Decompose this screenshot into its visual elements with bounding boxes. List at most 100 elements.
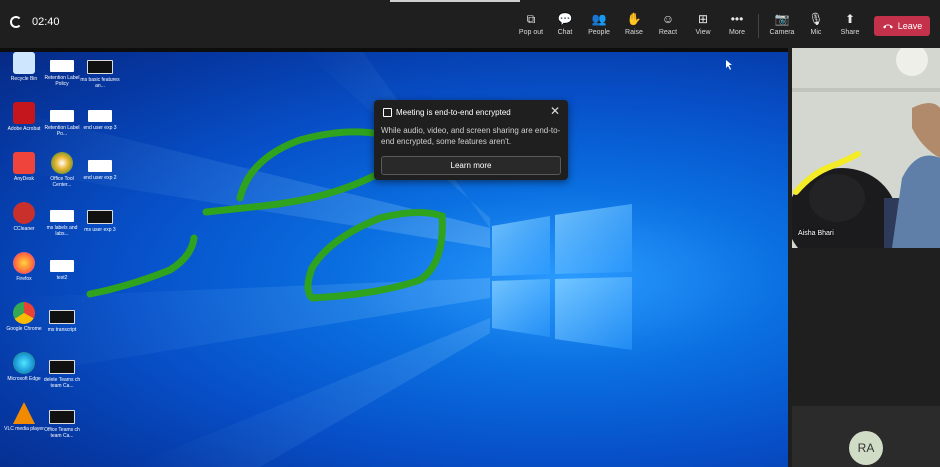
desktop-icon-label: VLC media player: [4, 426, 44, 432]
office-tool-icon: [51, 152, 73, 174]
desktop-icon-label: ms transcript: [47, 327, 77, 333]
participant-video-tile[interactable]: Aisha Bhari: [792, 48, 940, 248]
more-dots-icon: •••: [730, 12, 744, 26]
document-thumbnail-icon: [88, 110, 112, 122]
desktop-icon-office-tool[interactable]: Office Tool Center...: [42, 152, 82, 188]
desktop-icon-label: Recycle Bin: [10, 76, 38, 82]
desktop-icon-label: Office Teams ch team Ca...: [44, 427, 80, 439]
desktop-icon-label: test2: [56, 275, 68, 281]
desktop-icon-office-teams[interactable]: Office Teams ch team Ca...: [42, 406, 82, 439]
window-title-fragment: [390, 0, 520, 2]
meeting-toolbar: 02:40 ⧉ Pop out 💬 Chat 👥 People ✋ Raise …: [0, 0, 940, 48]
video-thumbnail-icon: [87, 60, 113, 74]
edge-icon: [13, 352, 35, 374]
learn-more-button[interactable]: Learn more: [381, 156, 561, 175]
encryption-notification: Meeting is end-to-end encrypted ✕ While …: [374, 100, 568, 180]
adobe-acrobat-icon: [13, 102, 35, 124]
participant-video-feed: [792, 48, 940, 248]
desktop-icon-label: end user exp 2: [83, 175, 117, 181]
document-thumbnail-icon: [50, 260, 74, 272]
chrome-icon: [13, 302, 35, 324]
windows-logo-pane-tr: [555, 204, 632, 274]
desktop-icon-end-user-exp-3[interactable]: end user exp 3: [80, 106, 120, 131]
desktop-icon-label: AnyDesk: [13, 176, 34, 182]
desktop-icon-retention-label-policy[interactable]: Retention Label Policy: [42, 56, 82, 87]
close-icon[interactable]: ✕: [550, 104, 560, 118]
desktop-icon-delete-teams[interactable]: delete Teams ch team Ca...: [42, 356, 82, 389]
desktop-icon-label: end user exp 3: [83, 125, 117, 131]
desktop-icon-adobe-acrobat[interactable]: Adobe Acrobat: [4, 102, 44, 132]
phone-hangup-icon: [882, 24, 893, 29]
participant-avatar[interactable]: RA: [849, 431, 883, 465]
green-ink-stroke-2: [86, 234, 198, 298]
people-icon: 👥: [591, 12, 607, 26]
share-icon: ⬆: [844, 12, 856, 26]
ccleaner-icon: [13, 202, 35, 224]
share-button[interactable]: ⬆ Share: [830, 12, 870, 36]
windows-logo-pane-br: [555, 277, 632, 350]
notification-title: Meeting is end-to-end encrypted: [396, 108, 511, 117]
mouse-cursor-icon: [726, 60, 732, 70]
video-thumbnail-icon: [87, 210, 113, 224]
share-label: Share: [840, 29, 860, 36]
desktop-icon-ms-user-exp-3[interactable]: ms user exp 3: [80, 206, 120, 233]
desktop-icon-test2[interactable]: test2: [42, 256, 82, 281]
document-thumbnail-icon: [50, 110, 74, 122]
desktop-icon-firefox[interactable]: Firefox: [4, 252, 44, 282]
desktop-icon-retention-label-po[interactable]: Retention Label Po...: [42, 106, 82, 137]
screen-top-edge: [0, 48, 788, 52]
anydesk-icon: [13, 152, 35, 174]
desktop-icon-label: ms basic features an...: [80, 77, 120, 89]
sync-icon: [10, 16, 22, 28]
participant-gallery: RA: [792, 248, 940, 467]
desktop-icon-label: CCleaner: [13, 226, 35, 232]
meeting-timer: 02:40: [32, 16, 60, 28]
desktop-icon-end-user-exp-2[interactable]: end user exp 2: [80, 156, 120, 181]
video-thumbnail-icon: [49, 360, 75, 374]
participant-name: Aisha Bhari: [798, 230, 834, 237]
windows-logo-pane-tl: [492, 216, 550, 276]
document-thumbnail-icon: [50, 210, 74, 222]
desktop-icon-ccleaner[interactable]: CCleaner: [4, 202, 44, 232]
react-label: React: [658, 29, 678, 36]
windows-logo-pane-bl: [492, 279, 550, 337]
desktop-icon-ms-labels[interactable]: ms labels and labs...: [42, 206, 82, 237]
toolbar-divider: [758, 14, 759, 38]
desktop-icon-google-chrome[interactable]: Google Chrome: [4, 302, 44, 332]
leave-button[interactable]: Leave: [874, 16, 930, 36]
lock-icon: [383, 108, 392, 117]
desktop-icon-label: ms user exp 3: [84, 227, 116, 233]
leave-label: Leave: [897, 21, 923, 31]
react-button[interactable]: ☺ React: [648, 12, 688, 36]
desktop-icon-ms-transcript[interactable]: ms transcript: [42, 306, 82, 333]
desktop-icon-label: Retention Label Po...: [44, 125, 80, 137]
desktop-icon-label: Office Tool Center...: [50, 176, 74, 188]
vlc-cone-icon: [13, 402, 35, 424]
smiley-icon: ☺: [661, 12, 675, 26]
notification-body: While audio, video, and screen sharing a…: [381, 126, 561, 146]
video-thumbnail-icon: [49, 410, 75, 424]
meeting-info: 02:40: [10, 16, 60, 28]
desktop-icon-label: Firefox: [16, 276, 32, 282]
desktop-icon-anydesk[interactable]: AnyDesk: [4, 152, 44, 182]
desktop-icon-label: Microsoft Edge: [7, 376, 41, 382]
firefox-icon: [13, 252, 35, 274]
desktop-icon-label: ms labels and labs...: [46, 225, 78, 237]
desktop-icon-vlc[interactable]: VLC media player: [4, 402, 44, 432]
desktop-icon-label: Retention Label Policy: [44, 75, 80, 87]
desktop-icon-ms-basic-features[interactable]: ms basic features an...: [80, 56, 120, 89]
desktop-icon-microsoft-edge[interactable]: Microsoft Edge: [4, 352, 44, 382]
document-thumbnail-icon: [50, 60, 74, 72]
people-button[interactable]: 👥 People: [579, 12, 619, 36]
more-label: More: [729, 29, 745, 36]
document-thumbnail-icon: [88, 160, 112, 172]
recycle-bin-icon: [13, 52, 35, 74]
desktop-icon-label: Adobe Acrobat: [7, 126, 41, 132]
desktop-icon-recycle-bin[interactable]: Recycle Bin: [4, 52, 44, 82]
desktop-icon-label: Google Chrome: [6, 326, 42, 332]
people-label: People: [588, 29, 610, 36]
shared-screen: Recycle Bin Adobe Acrobat AnyDesk CClean…: [0, 48, 788, 467]
video-thumbnail-icon: [49, 310, 75, 324]
more-button[interactable]: ••• More: [717, 12, 757, 36]
desktop-icon-label: delete Teams ch team Ca...: [43, 377, 81, 389]
